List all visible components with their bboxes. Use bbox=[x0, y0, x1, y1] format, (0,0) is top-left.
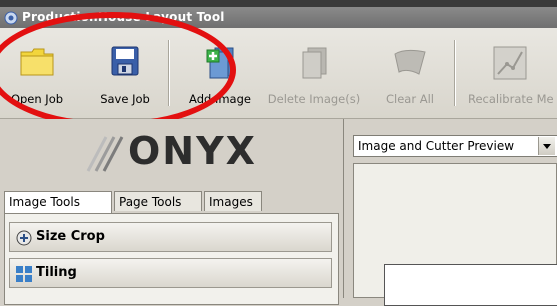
window-title: ProductionHouse Layout Tool bbox=[22, 10, 225, 24]
save-job-button[interactable]: Save Job bbox=[92, 28, 158, 118]
preview-mode-value: Image and Cutter Preview bbox=[358, 139, 515, 153]
dropdown-arrow-icon[interactable] bbox=[538, 137, 555, 155]
app-icon bbox=[4, 10, 18, 25]
eraser-icon bbox=[393, 46, 427, 80]
delete-image-icon bbox=[300, 46, 328, 84]
calibration-icon bbox=[493, 46, 527, 84]
size-crop-label: Size Crop bbox=[36, 229, 105, 244]
add-image-button[interactable]: Add Image bbox=[184, 28, 256, 118]
recalibrate-button[interactable]: Recalibrate Me bbox=[462, 28, 557, 118]
top-strip bbox=[0, 0, 557, 7]
tab-image-tools[interactable]: Image Tools bbox=[4, 191, 112, 213]
tab-content: Size Crop Tiling bbox=[4, 213, 339, 305]
open-job-label: Open Job bbox=[10, 92, 64, 106]
title-bar: ProductionHouse Layout Tool bbox=[0, 7, 557, 28]
preview-mode-select[interactable]: Image and Cutter Preview bbox=[353, 135, 557, 157]
preview-panel: Image and Cutter Preview bbox=[345, 119, 557, 306]
add-image-icon bbox=[205, 46, 235, 84]
onyx-logo: ONYX bbox=[6, 125, 337, 183]
save-job-label: Save Job bbox=[100, 92, 150, 106]
clear-all-button[interactable]: Clear All bbox=[380, 28, 440, 118]
tab-images[interactable]: Images bbox=[204, 191, 262, 211]
add-image-label: Add Image bbox=[189, 92, 251, 106]
clear-all-label: Clear All bbox=[386, 92, 434, 106]
preview-page bbox=[384, 264, 557, 306]
recalibrate-label: Recalibrate Me bbox=[468, 92, 554, 106]
tab-page-tools[interactable]: Page Tools bbox=[114, 191, 202, 211]
size-crop-panel[interactable]: Size Crop bbox=[9, 222, 332, 252]
delete-images-label: Delete Image(s) bbox=[267, 92, 361, 106]
onyx-logo-text: ONYX bbox=[128, 129, 257, 173]
folder-icon bbox=[20, 46, 54, 80]
size-crop-icon bbox=[16, 230, 32, 246]
toolbar-separator bbox=[168, 40, 170, 106]
onyx-slash-icon bbox=[86, 136, 124, 172]
tiling-panel[interactable]: Tiling bbox=[9, 258, 332, 288]
toolbar: Open Job Save Job Add Image Delete Image… bbox=[0, 28, 557, 119]
left-panel: ONYX Image Tools Page Tools Images Size … bbox=[0, 119, 344, 305]
floppy-disk-icon bbox=[111, 46, 139, 80]
toolbar-separator bbox=[454, 40, 456, 106]
preview-canvas[interactable] bbox=[353, 163, 557, 306]
delete-images-button[interactable]: Delete Image(s) bbox=[262, 28, 366, 118]
tiling-label: Tiling bbox=[36, 265, 77, 280]
open-job-button[interactable]: Open Job bbox=[4, 28, 70, 118]
tiling-icon bbox=[16, 266, 32, 282]
